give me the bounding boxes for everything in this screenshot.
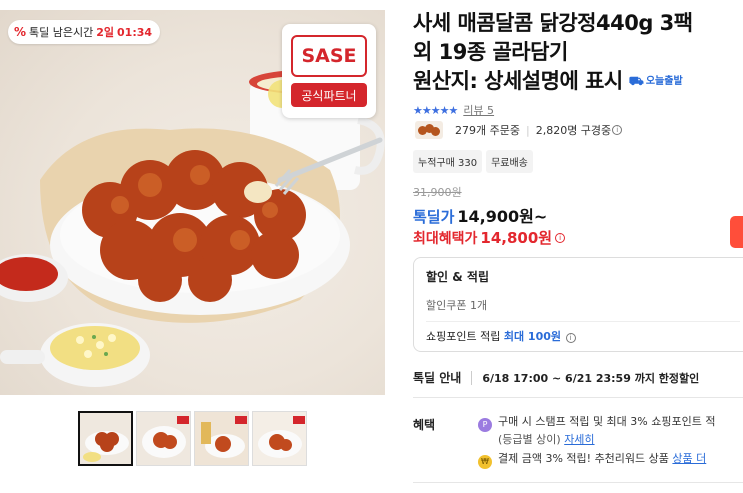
deal-info-period: 6/18 17:00 ~ 6/21 23:59 까지 한정할인 (482, 371, 700, 385)
perks-label: 혜택 (413, 418, 436, 432)
today-shipping-badge: ⛟ 오늘출발 (629, 67, 683, 96)
divider: | (525, 123, 530, 137)
activity-stats: 279개 주문중 | 2,820명 구경중 i (415, 121, 623, 139)
brand-partner-label: 공식파트너 (291, 83, 367, 107)
product-title-line-1: 사세 매콤달콤 닭강정440g 3팩 (413, 11, 693, 35)
deal-price-row: 톡딜가 14,900원~ (413, 203, 547, 227)
deal-price-value: 14,900원~ (457, 207, 548, 226)
deal-timer-time: 01:34 (117, 25, 153, 39)
product-chips: 누적구매 330 무료배송 (413, 150, 533, 173)
max-benefit-value: 14,800원 (480, 229, 553, 247)
deal-price-label: 톡딜가 (413, 208, 455, 226)
thumbnail-3[interactable] (194, 411, 249, 466)
original-price: 31,900원 (413, 186, 462, 199)
star-rating-icon: ★★★★★ (413, 103, 458, 117)
thumbnail-4[interactable] (252, 411, 307, 466)
reward-perk: ₩ 결제 금액 3% 적립! 추천리워드 상품 상품 더 (478, 451, 706, 469)
deal-info-label: 톡딜 안내 (413, 371, 462, 385)
section-divider (413, 397, 743, 398)
divider (471, 370, 473, 385)
deal-timer-days: 2일 (96, 26, 115, 39)
max-benefit-price-row: 최대혜택가 14,800원 i (413, 227, 566, 248)
product-main-image[interactable]: % 톡딜 남은시간 2일 01:34 SASE 공식파트너 (0, 10, 385, 395)
side-action-button[interactable] (730, 216, 743, 248)
shopping-points-highlight: 최대 100원 (503, 330, 561, 343)
thumbnail-strip (78, 411, 307, 466)
thumbnail-1[interactable] (78, 411, 133, 466)
discount-benefit-title: 할인 & 적립 (426, 270, 489, 284)
points-info-icon[interactable]: i (565, 333, 576, 343)
product-title-line-3: 원산지: 상세설명에 표시 (413, 69, 623, 93)
shopping-points-row: 쇼핑포인트 적립 최대 100원 i (426, 328, 740, 344)
point-stamp-icon: P (478, 418, 492, 432)
deal-timer-badge: % 톡딜 남은시간 2일 01:34 (8, 20, 161, 44)
divider (426, 321, 740, 322)
max-benefit-info-icon[interactable]: i (555, 232, 566, 243)
deal-info-row: 톡딜 안내 6/18 17:00 ~ 6/21 23:59 까지 한정할인 (413, 369, 699, 386)
max-benefit-label: 최대혜택가 (413, 230, 478, 247)
shopping-points-label: 쇼핑포인트 적립 (426, 330, 501, 343)
viewer-count: 2,820명 구경중 (535, 124, 612, 137)
order-product-thumb (415, 121, 443, 139)
rating-row: ★★★★★ 리뷰 5 (413, 102, 494, 118)
section-divider (413, 482, 743, 483)
reward-perk-text: 결제 금액 3% 적립! 추천리워드 상품 (498, 452, 669, 465)
discount-coupon-text[interactable]: 할인쿠폰 1개 (426, 297, 740, 313)
brand-logo: SASE 공식파트너 (282, 24, 376, 118)
thumbnail-2[interactable] (136, 411, 191, 466)
today-shipping-label: 오늘출발 (645, 76, 683, 87)
cumulative-purchase-chip: 누적구매 330 (413, 150, 483, 173)
brand-name: SASE (291, 35, 367, 77)
stamp-perk: P 구매 시 스탬프 적립 및 최대 3% 쇼핑포인트 적 (등급별 상이) 자세… (478, 414, 715, 448)
reward-product-link[interactable]: 상품 더 (672, 452, 706, 465)
percent-icon: % (14, 25, 27, 39)
free-shipping-chip: 무료배송 (486, 150, 533, 173)
product-title: 사세 매콤달콤 닭강정440g 3팩 외 19종 골라담기 원산지: 상세설명에… (413, 9, 743, 96)
stamp-detail-link[interactable]: 자세히 (564, 433, 594, 446)
product-title-line-2: 외 19종 골라담기 (413, 40, 568, 64)
stamp-perk-text: 구매 시 스탬프 적립 및 최대 3% 쇼핑포인트 적 (498, 415, 716, 428)
deal-timer-label: 톡딜 남은시간 (29, 26, 94, 39)
order-count: 279개 주문중 (455, 124, 520, 137)
reward-coin-icon: ₩ (478, 455, 492, 469)
review-count-link[interactable]: 리뷰 5 (463, 102, 494, 118)
stamp-perk-sub: (등급별 상이) (498, 433, 561, 446)
truck-icon: ⛟ (628, 74, 644, 88)
discount-benefit-box: 할인 & 적립 할인쿠폰 1개 쇼핑포인트 적립 최대 100원 i (413, 257, 743, 352)
info-icon[interactable]: i (612, 125, 623, 135)
